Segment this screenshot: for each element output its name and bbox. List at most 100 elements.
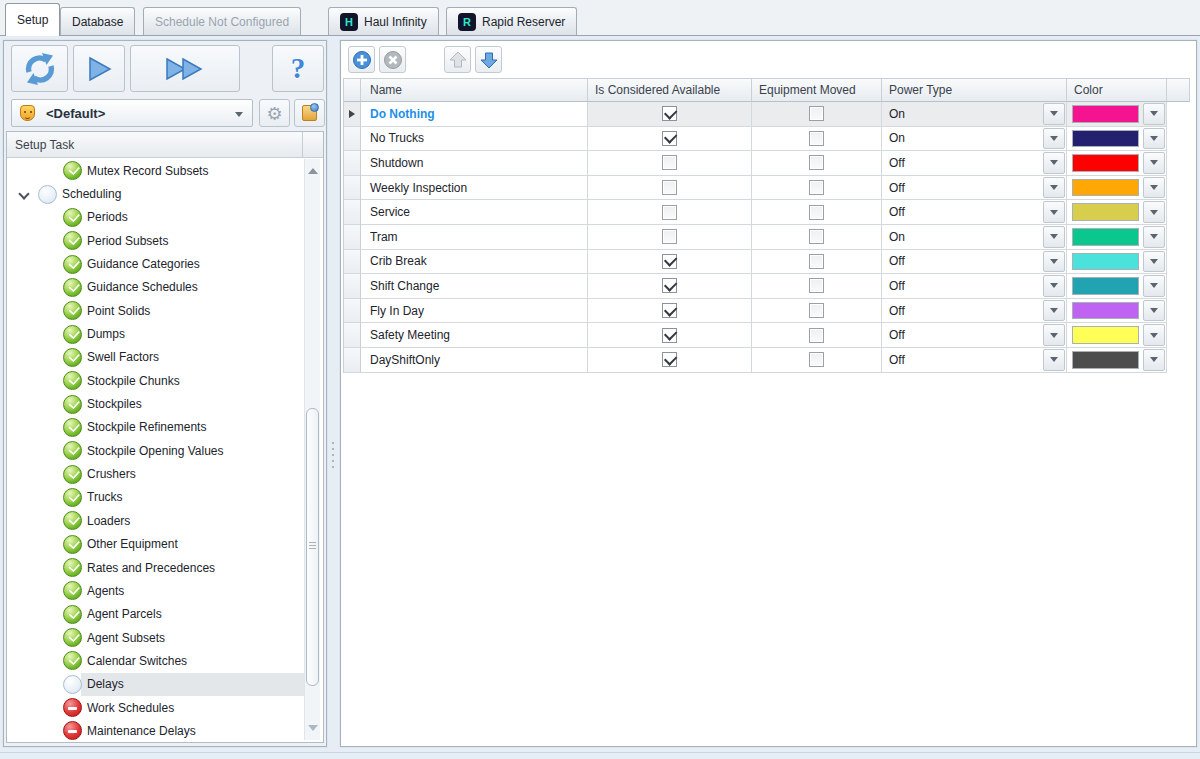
tree-item-delays[interactable]: Delays: [7, 673, 323, 696]
tab-schedule-not-configured[interactable]: Schedule Not Configured: [143, 7, 301, 35]
checkbox[interactable]: [809, 328, 824, 343]
run-all-button[interactable]: [130, 45, 240, 92]
expander-chevron-icon[interactable]: [19, 189, 29, 199]
checkbox[interactable]: [662, 180, 677, 195]
cell-color[interactable]: [1067, 200, 1167, 225]
checkbox[interactable]: [809, 205, 824, 220]
tree-item-loaders[interactable]: Loaders: [7, 509, 323, 532]
grid-row-shutdown[interactable]: Shutdown Off: [343, 151, 1190, 176]
color-dropdown-button[interactable]: [1143, 275, 1165, 297]
panel-splitter[interactable]: [329, 40, 338, 747]
color-dropdown-button[interactable]: [1143, 103, 1165, 125]
checkbox[interactable]: [809, 278, 824, 293]
grid-row-do-nothing[interactable]: Do Nothing On: [343, 102, 1190, 127]
cell-power-type[interactable]: Off: [882, 151, 1067, 176]
cell-color[interactable]: [1067, 225, 1167, 250]
color-dropdown-button[interactable]: [1143, 128, 1165, 150]
cell-name[interactable]: Shutdown: [361, 151, 588, 176]
column-header-equipment-moved[interactable]: Equipment Moved: [752, 79, 882, 102]
color-dropdown-button[interactable]: [1143, 226, 1165, 248]
color-dropdown-button[interactable]: [1143, 251, 1165, 273]
tree-item-other-equipment[interactable]: Other Equipment: [7, 533, 323, 556]
tab-haul-infinity[interactable]: HHaul Infinity: [328, 7, 439, 35]
checkbox[interactable]: [809, 155, 824, 170]
cell-name[interactable]: Shift Change: [361, 274, 588, 299]
checkbox[interactable]: [662, 229, 677, 244]
checkbox[interactable]: [809, 229, 824, 244]
grid-row-weekly-inspection[interactable]: Weekly InspectionOff: [343, 176, 1190, 201]
move-down-button[interactable]: [475, 46, 502, 73]
scrollbar-thumb[interactable]: [306, 408, 319, 686]
checkbox[interactable]: [809, 106, 824, 121]
cell-color[interactable]: [1067, 176, 1167, 201]
power-type-dropdown-button[interactable]: [1043, 103, 1065, 125]
cell-name[interactable]: Do Nothing: [361, 102, 588, 127]
color-dropdown-button[interactable]: [1143, 349, 1165, 371]
tree-item-maintenance-delays[interactable]: Maintenance Delays: [7, 719, 323, 742]
color-dropdown-button[interactable]: [1143, 152, 1165, 174]
checkbox[interactable]: [662, 254, 677, 269]
color-dropdown-button[interactable]: [1143, 177, 1165, 199]
run-button[interactable]: [73, 45, 125, 92]
tree-item-swell-factors[interactable]: Swell Factors: [7, 346, 323, 369]
cell-color[interactable]: [1067, 274, 1167, 299]
cell-color[interactable]: [1067, 323, 1167, 348]
grid-row-tram[interactable]: TramOn: [343, 225, 1190, 250]
tree-item-agent-subsets[interactable]: Agent Subsets: [7, 626, 323, 649]
tree-item-stockpile-chunks[interactable]: Stockpile Chunks: [7, 369, 323, 392]
checkbox[interactable]: [809, 352, 824, 367]
power-type-dropdown-button[interactable]: [1043, 201, 1065, 223]
grid-row-shift-change[interactable]: Shift ChangeOff: [343, 274, 1190, 299]
cell-power-type[interactable]: Off: [882, 176, 1067, 201]
settings-button[interactable]: ⚙: [259, 99, 290, 127]
add-row-button[interactable]: [348, 46, 375, 73]
grid-row-safety-meeting[interactable]: Safety Meeting Off: [343, 323, 1190, 348]
tree-item-dumps[interactable]: Dumps: [7, 322, 323, 345]
color-dropdown-button[interactable]: [1143, 324, 1165, 346]
grid-row-no-trucks[interactable]: No TrucksOn: [343, 127, 1190, 152]
scroll-down-icon[interactable]: [308, 725, 318, 735]
cell-name[interactable]: Fly In Day: [361, 299, 588, 324]
checkbox[interactable]: [662, 328, 677, 343]
grid-row-fly-in-day[interactable]: Fly In Day Off: [343, 299, 1190, 324]
checkbox[interactable]: [809, 180, 824, 195]
checkbox[interactable]: [809, 131, 824, 146]
cell-color[interactable]: [1067, 299, 1167, 324]
cell-name[interactable]: Service: [361, 200, 588, 225]
power-type-dropdown-button[interactable]: [1043, 324, 1065, 346]
power-type-dropdown-button[interactable]: [1043, 251, 1065, 273]
tree-item-point-solids[interactable]: Point Solids: [7, 299, 323, 322]
power-type-dropdown-button[interactable]: [1043, 349, 1065, 371]
tree-item-crushers[interactable]: Crushers: [7, 462, 323, 485]
grid-row-service[interactable]: ServiceOff: [343, 200, 1190, 225]
cell-color[interactable]: [1067, 348, 1167, 373]
power-type-dropdown-button[interactable]: [1043, 152, 1065, 174]
move-up-button[interactable]: [444, 46, 471, 73]
tree-item-calendar-switches[interactable]: Calendar Switches: [7, 649, 323, 672]
cell-power-type[interactable]: Off: [882, 299, 1067, 324]
cell-power-type[interactable]: On: [882, 225, 1067, 250]
cell-power-type[interactable]: Off: [882, 323, 1067, 348]
tree-item-stockpile-opening-values[interactable]: Stockpile Opening Values: [7, 439, 323, 462]
color-dropdown-button[interactable]: [1143, 201, 1165, 223]
column-header-name[interactable]: Name: [361, 79, 588, 102]
tree-item-agents[interactable]: Agents: [7, 579, 323, 602]
cell-power-type[interactable]: On: [882, 102, 1067, 127]
power-type-dropdown-button[interactable]: [1043, 177, 1065, 199]
tree-item-agent-parcels[interactable]: Agent Parcels: [7, 603, 323, 626]
color-dropdown-button[interactable]: [1143, 300, 1165, 322]
tree-item-scheduling[interactable]: Scheduling: [7, 182, 323, 205]
checkbox[interactable]: [662, 303, 677, 318]
checkbox[interactable]: [662, 131, 677, 146]
cell-color[interactable]: [1067, 151, 1167, 176]
cell-color[interactable]: [1067, 250, 1167, 275]
cell-name[interactable]: Crib Break: [361, 250, 588, 275]
tree-item-period-subsets[interactable]: Period Subsets: [7, 229, 323, 252]
help-button[interactable]: ?: [272, 45, 324, 92]
power-type-dropdown-button[interactable]: [1043, 300, 1065, 322]
tree-item-mutex-record-subsets[interactable]: Mutex Record Subsets: [7, 159, 323, 182]
column-header-is-considered-available[interactable]: Is Considered Available: [588, 79, 752, 102]
delete-row-button[interactable]: [379, 46, 406, 73]
power-type-dropdown-button[interactable]: [1043, 128, 1065, 150]
cell-name[interactable]: Safety Meeting: [361, 323, 588, 348]
